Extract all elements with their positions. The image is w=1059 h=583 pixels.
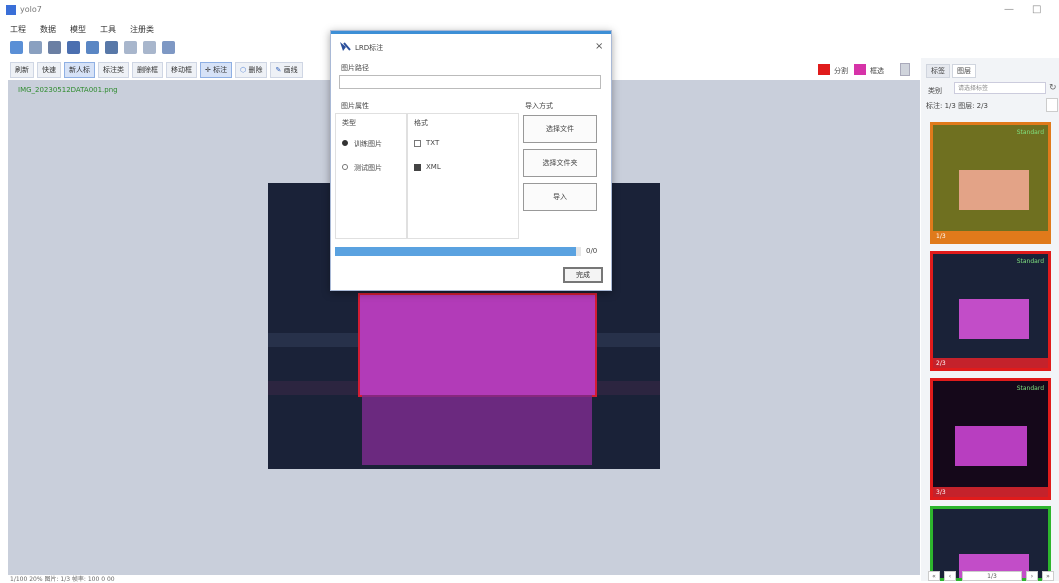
- app-icon: [6, 5, 16, 15]
- eraser-icon: ⬡: [240, 66, 247, 74]
- export-icon[interactable]: [86, 40, 99, 54]
- menu-tools[interactable]: 工具: [100, 24, 116, 35]
- import-method-label: 导入方式: [525, 102, 553, 110]
- class-select[interactable]: 请选择标签: [954, 82, 1046, 94]
- pink-sample-region: [358, 293, 597, 397]
- thumbnail-label: Standard: [1016, 258, 1044, 265]
- test-radio-label: 测试图片: [354, 164, 382, 172]
- zoom-out-icon[interactable]: [143, 40, 156, 54]
- open-folder-icon[interactable]: [29, 40, 42, 54]
- new-label-button[interactable]: 新人标: [64, 62, 95, 78]
- txt-checkbox[interactable]: [414, 140, 421, 147]
- import-dialog: LRD标注 × 图片路径 图片属性 导入方式 类型 训练图片 测试图片 格式 T…: [330, 30, 612, 291]
- move-box-button[interactable]: 移动框: [166, 62, 197, 78]
- pen-icon: ✎: [275, 66, 282, 74]
- menu-register[interactable]: 注册类: [130, 24, 154, 35]
- thumbnail-tag: 3/3: [936, 489, 946, 496]
- thumbnail-band: [933, 358, 1048, 368]
- draw-line-button[interactable]: ✎ 画线: [270, 62, 303, 78]
- dialog-accent-line: [331, 31, 611, 34]
- zoom-in-icon[interactable]: [124, 40, 137, 54]
- finish-button[interactable]: 完成: [563, 267, 603, 283]
- window-title: yolo7: [20, 5, 42, 14]
- icon-toolbar: [0, 36, 330, 58]
- pager-prev-button[interactable]: ‹: [944, 571, 956, 581]
- txt-checkbox-label: TXT: [426, 139, 440, 147]
- thumbnail-card[interactable]: Standard 2/3: [930, 251, 1051, 371]
- segment-color-swatch[interactable]: [818, 64, 830, 75]
- thumbnail-band: [933, 487, 1048, 497]
- select-file-button[interactable]: 选择文件: [523, 115, 597, 143]
- quick-button[interactable]: 快速: [37, 62, 61, 78]
- thumbnail-card[interactable]: Standard 3/3: [930, 378, 1051, 500]
- minimize-button[interactable]: —: [1004, 4, 1014, 15]
- train-radio[interactable]: [342, 140, 348, 146]
- tab-layers[interactable]: 图层: [952, 64, 976, 78]
- xml-checkbox[interactable]: [414, 164, 421, 171]
- delete-box-button[interactable]: 删除框: [132, 62, 163, 78]
- pager-last-button[interactable]: »: [1042, 571, 1054, 581]
- train-radio-label: 训练图片: [354, 140, 382, 148]
- path-label: 图片路径: [341, 64, 369, 72]
- new-icon[interactable]: [10, 40, 23, 54]
- user-icon[interactable]: [162, 40, 175, 54]
- thumbnail-card[interactable]: Standard 1/3: [930, 122, 1051, 244]
- layer-summary: 标注: 1/3 图层: 2/3: [926, 102, 988, 110]
- thumbnail-tag: 2/3: [936, 360, 946, 367]
- import-progress-bar: [335, 247, 581, 256]
- progress-text: 0/0: [586, 247, 598, 255]
- path-input[interactable]: [339, 75, 601, 89]
- import-button[interactable]: 导入: [523, 183, 597, 211]
- thumbnail-label: Standard: [1016, 385, 1044, 392]
- tab-labels[interactable]: 标签: [926, 64, 950, 78]
- box-legend-label: 框选: [870, 67, 884, 75]
- options-label: 图片属性: [341, 102, 369, 110]
- save-icon[interactable]: [48, 40, 61, 54]
- menu-model[interactable]: 模型: [70, 24, 86, 35]
- format-header: 格式: [414, 119, 428, 127]
- status-bar: 1/100 20% 图片: 1/3 帧率: 100 0 00: [10, 576, 115, 583]
- refresh-button[interactable]: 刷新: [10, 62, 34, 78]
- pager-first-button[interactable]: «: [928, 571, 940, 581]
- crosshair-icon: ✛: [205, 66, 211, 74]
- thumbnail-card[interactable]: [930, 506, 1051, 581]
- annotate-button[interactable]: ✛ 标注: [200, 62, 233, 78]
- thumbnail-preview: [959, 299, 1029, 339]
- format-column: 格式 TXT XML: [407, 113, 519, 239]
- thumbnail-preview: [955, 426, 1027, 466]
- thumbnail-label: Standard: [1016, 129, 1044, 136]
- thumbnail-band: [933, 231, 1048, 241]
- dialog-title: LRD标注: [355, 44, 384, 52]
- type-column: 类型 训练图片 测试图片: [335, 113, 407, 239]
- settings-icon[interactable]: [105, 40, 118, 54]
- pager-next-button[interactable]: ›: [1026, 571, 1038, 581]
- title-bar: yolo7 — □: [0, 0, 1059, 22]
- image-filename: IMG_20230512DATA001.png: [18, 86, 118, 94]
- box-color-swatch[interactable]: [854, 64, 866, 75]
- type-header: 类型: [342, 119, 356, 127]
- dialog-close-icon[interactable]: ×: [595, 41, 603, 52]
- delete-button[interactable]: ⬡ 删除: [235, 62, 268, 78]
- select-folder-button[interactable]: 选择文件夹: [523, 149, 597, 177]
- panel-side-button[interactable]: [1046, 98, 1058, 112]
- xml-checkbox-label: XML: [426, 163, 441, 171]
- test-radio[interactable]: [342, 164, 348, 170]
- progress-fill: [335, 247, 577, 256]
- maximize-button[interactable]: □: [1032, 4, 1041, 15]
- thumbnail-preview: [959, 170, 1029, 210]
- sample-reflection: [362, 395, 592, 465]
- class-field-label: 类别: [928, 87, 942, 95]
- label-class-button[interactable]: 标注类: [98, 62, 129, 78]
- menu-project[interactable]: 工程: [10, 24, 26, 35]
- thumbnail-tag: 1/3: [936, 233, 946, 240]
- pager-page-input[interactable]: 1/3: [962, 571, 1022, 581]
- segment-legend-label: 分割: [834, 67, 848, 75]
- refresh-icon[interactable]: ↻: [1049, 83, 1057, 93]
- save-as-icon[interactable]: [67, 40, 80, 54]
- dialog-app-icon: [339, 41, 351, 52]
- trash-icon[interactable]: [900, 63, 910, 76]
- menu-data[interactable]: 数据: [40, 24, 56, 35]
